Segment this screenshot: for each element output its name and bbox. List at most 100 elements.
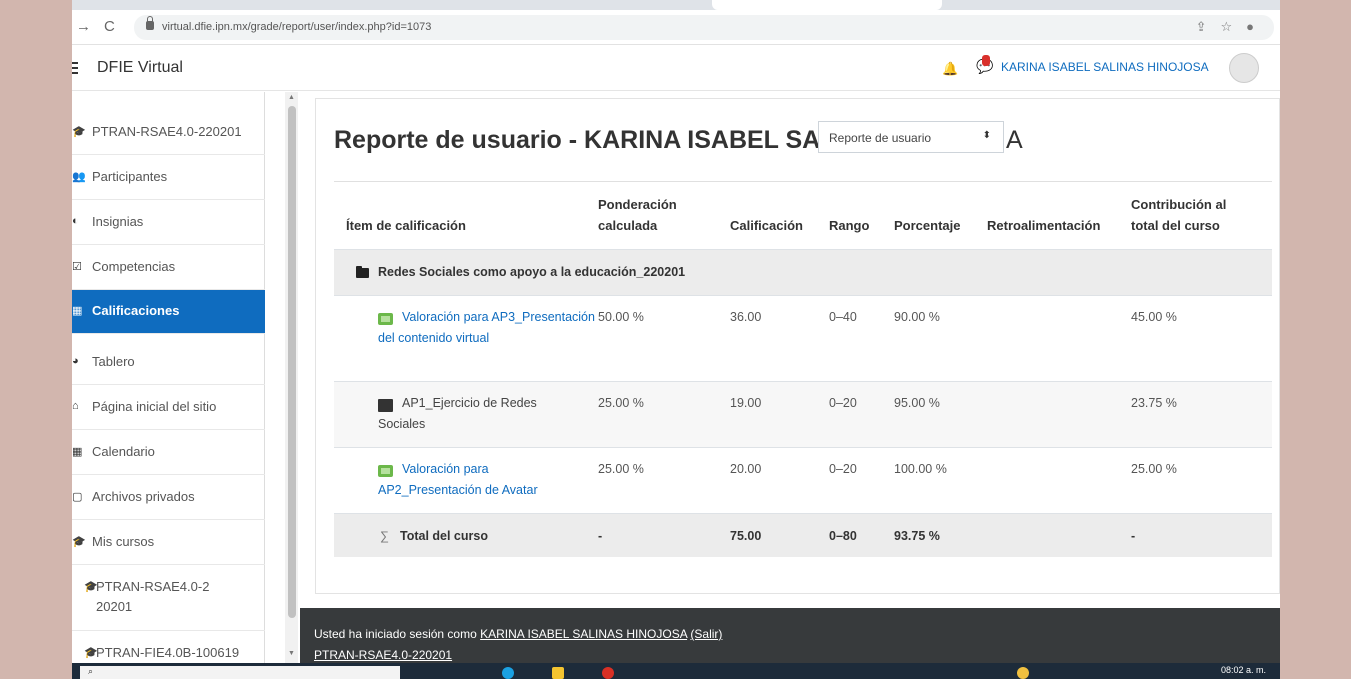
lock-icon — [146, 16, 154, 30]
page-title-tail: A — [1006, 126, 1023, 154]
url-text: virtual.dfie.ipn.mx/grade/report/user/in… — [162, 21, 432, 33]
sidebar-item-label: Competencias — [92, 259, 176, 274]
total-grade: 75.00 — [730, 529, 762, 543]
grade-item-link[interactable]: Valoración para AP2_Presentación de Avat… — [378, 459, 578, 501]
cell-range: 0–20 — [829, 462, 857, 476]
edge-icon[interactable] — [502, 667, 514, 679]
address-bar: → C virtual.dfie.ipn.mx/grade/report/use… — [72, 10, 1280, 45]
url-field[interactable]: virtual.dfie.ipn.mx/grade/report/user/in… — [134, 15, 1274, 40]
calendar-icon: ▦ — [72, 446, 83, 458]
url-actions: ⇪☆● — [1196, 19, 1268, 35]
cell-weight: 25.00 % — [598, 396, 644, 410]
category-name: Redes Sociales como apoyo a la educación… — [378, 265, 686, 279]
sidebar-item-label: Participantes — [92, 169, 168, 184]
header-grade: Calificación — [730, 218, 803, 233]
taskbar-search[interactable]: ⌕ — [80, 666, 400, 679]
select-caret-icon: ⬍ — [982, 130, 991, 141]
sidebar-item-badges[interactable]: ◐ Insignias — [72, 201, 265, 245]
shield-icon: ◐ — [72, 215, 79, 227]
bell-icon[interactable]: 🔔 — [942, 61, 958, 77]
footer-user-link[interactable]: KARINA ISABEL SALINAS HINOJOSA — [480, 627, 687, 641]
login-prefix: Usted ha iniciado sesión como — [314, 627, 477, 641]
active-tab[interactable] — [712, 0, 942, 10]
main-region: Reporte de usuario - KARINA ISABEL SAL R… — [315, 98, 1280, 594]
scroll-down-icon[interactable]: ▼ — [288, 650, 295, 657]
total-weight: - — [598, 529, 603, 543]
sidebar-item-label: Página inicial del sitio — [92, 399, 217, 414]
sidebar-item-dashboard[interactable]: ◕ Tablero — [72, 341, 265, 385]
table-row: Valoración para AP2_Presentación de Avat… — [334, 447, 1272, 513]
file-icon: ▢ — [72, 491, 83, 503]
header-feedback: Retroalimentación — [987, 218, 1101, 233]
grade-item-link[interactable]: Valoración para AP3_Presentación del con… — [378, 307, 598, 349]
sidebar-item-calendar[interactable]: ▦ Calendario — [72, 431, 265, 475]
folder-app-icon[interactable] — [552, 667, 564, 679]
profile-icon[interactable]: ● — [1246, 19, 1268, 34]
header-contribution: Contribución al total del curso — [1131, 197, 1227, 233]
sidebar-item-label: PTRAN-RSAE4.0-220201 — [96, 579, 210, 614]
graduation-cap-icon: 🎓 — [72, 126, 86, 138]
cell-weight: 50.00 % — [598, 310, 644, 324]
site-brand[interactable]: DFIE Virtual — [97, 59, 183, 77]
sidebar-item-participants[interactable]: 👥 Participantes — [72, 156, 265, 200]
sidebar-item-label: PTRAN-FIE4.0B-100619 — [96, 645, 240, 660]
sidebar-item-label: Mis cursos — [92, 534, 155, 549]
sidebar-item-grades[interactable]: ▦ Calificaciones — [72, 290, 265, 334]
cell-contribution: 25.00 % — [1131, 462, 1177, 476]
sidebar-item-label: Calendario — [92, 444, 155, 459]
page-title: Reporte de usuario - KARINA ISABEL SAL — [334, 126, 836, 154]
cell-range: 0–40 — [829, 310, 857, 324]
weather-icon[interactable] — [1017, 667, 1029, 679]
menu-icon[interactable] — [72, 62, 78, 74]
total-range: 0–80 — [829, 529, 857, 543]
dashboard-icon: ◕ — [72, 355, 79, 367]
home-icon: ⌂ — [72, 400, 79, 412]
sidebar-scrollbar[interactable]: ▲ ▼ — [285, 92, 298, 679]
reload-icon[interactable]: C — [104, 18, 115, 35]
sidebar-item-course[interactable]: 🎓 PTRAN-RSAE4.0-220201 — [72, 111, 265, 155]
tab-strip — [72, 0, 1280, 10]
sidebar-item-label: Insignias — [92, 214, 144, 229]
user-menu-name[interactable]: KARINA ISABEL SALINAS HINOJOSA — [1001, 60, 1209, 74]
cell-grade: 19.00 — [730, 396, 762, 410]
cell-percent: 90.00 % — [894, 310, 940, 324]
cell-percent: 100.00 % — [894, 462, 947, 476]
chrome-icon[interactable] — [602, 667, 614, 679]
star-icon[interactable]: ☆ — [1220, 19, 1246, 34]
scroll-thumb[interactable] — [288, 106, 296, 618]
checkbox-icon: ☑ — [72, 261, 82, 273]
site-navbar: DFIE Virtual 🔔 💬 KARINA ISABEL SALINAS H… — [72, 46, 1280, 91]
os-taskbar: ⌕ 08:02 a. m. — [72, 663, 1280, 679]
logout-link[interactable]: (Salir) — [690, 627, 722, 641]
scroll-up-icon[interactable]: ▲ — [288, 94, 295, 101]
avatar[interactable] — [1229, 53, 1259, 83]
cell-contribution: 45.00 % — [1131, 310, 1177, 324]
header-percent: Porcentaje — [894, 218, 961, 233]
header-item: Ítem de calificación — [346, 218, 466, 233]
graduation-cap-icon: 🎓 — [72, 536, 86, 548]
forward-icon[interactable]: → — [76, 18, 91, 35]
sidebar-item-label: Calificaciones — [92, 303, 180, 318]
sidebar-item-private-files[interactable]: ▢ Archivos privados — [72, 476, 265, 520]
cell-range: 0–20 — [829, 396, 857, 410]
sum-icon: ∑ — [380, 529, 389, 543]
sidebar-item-course-rsae[interactable]: 🎓 PTRAN-RSAE4.0-220201 — [72, 566, 265, 631]
folder-icon — [356, 266, 369, 278]
grade-item-name[interactable]: AP1_Ejercicio de Redes Sociales — [378, 393, 578, 435]
nav-drawer: 🎓 PTRAN-RSAE4.0-220201 👥 Participantes ◐… — [72, 92, 265, 679]
browser-window: → C virtual.dfie.ipn.mx/grade/report/use… — [72, 0, 1280, 679]
total-row: ∑ Total del curso - 75.00 0–80 93.75 % - — [334, 513, 1272, 557]
notification-badge — [982, 55, 990, 66]
table-row: AP1_Ejercicio de Redes Sociales 25.00 % … — [334, 381, 1272, 447]
sidebar-item-my-courses[interactable]: 🎓 Mis cursos — [72, 521, 265, 565]
report-type-select[interactable]: Reporte de usuario ⬍ — [818, 121, 1004, 153]
cell-weight: 25.00 % — [598, 462, 644, 476]
table-icon: ▦ — [72, 305, 83, 317]
share-icon[interactable]: ⇪ — [1196, 19, 1221, 34]
cell-grade: 20.00 — [730, 462, 762, 476]
table-row: Valoración para AP3_Presentación del con… — [334, 295, 1272, 381]
sidebar-item-site-home[interactable]: ⌂ Página inicial del sitio — [72, 386, 265, 430]
footer-course-link[interactable]: PTRAN-RSAE4.0-220201 — [314, 648, 452, 662]
sidebar-item-competencies[interactable]: ☑ Competencias — [72, 246, 265, 290]
total-percent: 93.75 % — [894, 529, 940, 543]
